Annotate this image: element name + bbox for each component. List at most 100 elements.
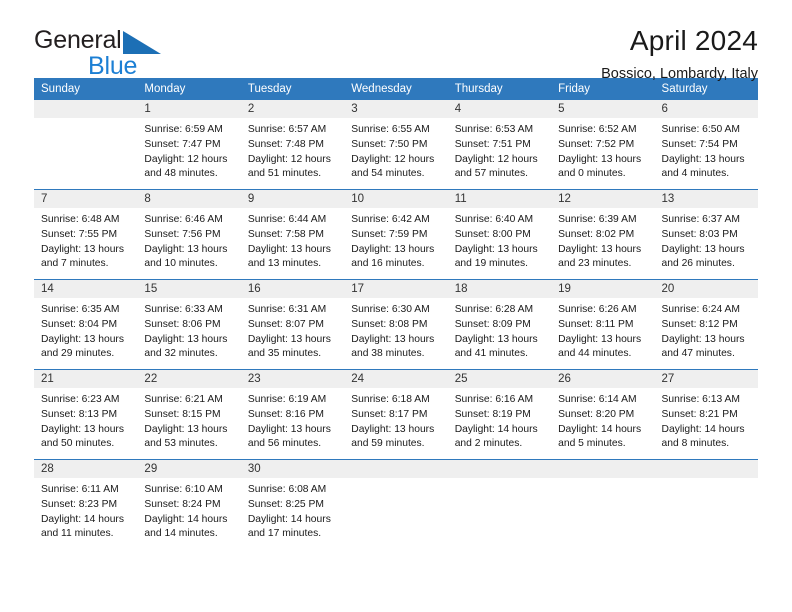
- day-cell[interactable]: 23 Sunrise: 6:19 AM Sunset: 8:16 PM Dayl…: [240, 369, 345, 460]
- day-cell[interactable]: 19 Sunrise: 6:26 AM Sunset: 8:11 PM Dayl…: [551, 279, 655, 370]
- day-number: 25: [447, 370, 552, 388]
- day-cell[interactable]: 18 Sunrise: 6:28 AM Sunset: 8:09 PM Dayl…: [447, 279, 552, 370]
- day-cell[interactable]: 30 Sunrise: 6:08 AM Sunset: 8:25 PM Dayl…: [240, 459, 345, 549]
- sunset-text: Sunset: 8:19 PM: [454, 408, 531, 420]
- day-cell[interactable]: 2 Sunrise: 6:57 AM Sunset: 7:48 PM Dayli…: [240, 100, 345, 190]
- daylight-text-line2: and 56 minutes.: [247, 438, 322, 450]
- sunset-text: Sunset: 8:03 PM: [661, 228, 738, 240]
- day-cell[interactable]: 16 Sunrise: 6:31 AM Sunset: 8:07 PM Dayl…: [240, 279, 345, 370]
- sunrise-text: Sunrise: 6:24 AM: [661, 304, 740, 315]
- weekday-header-thursday: Thursday: [447, 78, 552, 100]
- day-cell[interactable]: 12 Sunrise: 6:39 AM Sunset: 8:02 PM Dayl…: [551, 189, 655, 280]
- sunrise-text: Sunrise: 6:33 AM: [144, 304, 223, 315]
- day-cell[interactable]: 24 Sunrise: 6:18 AM Sunset: 8:17 PM Dayl…: [344, 369, 448, 460]
- sunrise-text: Sunrise: 6:44 AM: [247, 214, 327, 225]
- day-cell[interactable]: 6 Sunrise: 6:50 AM Sunset: 7:54 PM Dayli…: [654, 100, 758, 190]
- daylight-text-line1: Daylight: 12 hours: [247, 153, 331, 165]
- sunset-text: Sunset: 8:08 PM: [351, 318, 428, 330]
- sunset-text: Sunset: 8:24 PM: [144, 498, 221, 510]
- sunrise-text: Sunrise: 6:35 AM: [41, 304, 120, 315]
- day-cell[interactable]: [654, 459, 758, 549]
- day-cell[interactable]: [344, 459, 448, 549]
- day-number: 18: [447, 280, 552, 298]
- day-cell[interactable]: 4 Sunrise: 6:53 AM Sunset: 7:51 PM Dayli…: [447, 100, 552, 190]
- day-cell[interactable]: 10 Sunrise: 6:42 AM Sunset: 7:59 PM Dayl…: [344, 189, 448, 280]
- sunset-text: Sunset: 8:04 PM: [41, 318, 118, 330]
- day-cell[interactable]: 27 Sunrise: 6:13 AM Sunset: 8:21 PM Dayl…: [654, 369, 758, 460]
- week-row: 21 Sunrise: 6:23 AM Sunset: 8:13 PM Dayl…: [34, 369, 758, 460]
- day-cell[interactable]: 8 Sunrise: 6:46 AM Sunset: 7:56 PM Dayli…: [137, 189, 241, 280]
- day-cell[interactable]: [447, 459, 552, 549]
- day-details: Sunrise: 6:26 AM Sunset: 8:11 PM Dayligh…: [551, 298, 654, 362]
- sunset-text: Sunset: 7:52 PM: [558, 138, 635, 150]
- daylight-text-line2: and 38 minutes.: [351, 348, 425, 360]
- daylight-text-line2: and 23 minutes.: [558, 258, 632, 270]
- day-cell[interactable]: 17 Sunrise: 6:30 AM Sunset: 8:08 PM Dayl…: [344, 279, 448, 370]
- daylight-text-line2: and 5 minutes.: [558, 438, 626, 450]
- day-cell[interactable]: 29 Sunrise: 6:10 AM Sunset: 8:24 PM Dayl…: [137, 459, 241, 549]
- sunrise-text: Sunrise: 6:39 AM: [558, 214, 637, 225]
- day-cell[interactable]: 21 Sunrise: 6:23 AM Sunset: 8:13 PM Dayl…: [34, 369, 138, 460]
- day-details: Sunrise: 6:23 AM Sunset: 8:13 PM Dayligh…: [34, 388, 137, 452]
- day-details: Sunrise: 6:16 AM Sunset: 8:19 PM Dayligh…: [448, 388, 551, 452]
- daylight-text-line1: Daylight: 13 hours: [351, 243, 435, 255]
- day-cell[interactable]: 3 Sunrise: 6:55 AM Sunset: 7:50 PM Dayli…: [344, 100, 448, 190]
- daylight-text-line2: and 32 minutes.: [144, 348, 218, 360]
- brand-name-general: General: [34, 26, 122, 54]
- sunset-text: Sunset: 7:59 PM: [351, 228, 428, 240]
- daylight-text-line2: and 11 minutes.: [41, 528, 114, 540]
- day-details: Sunrise: 6:28 AM Sunset: 8:09 PM Dayligh…: [448, 298, 551, 362]
- daylight-text-line1: Daylight: 13 hours: [661, 333, 745, 345]
- day-cell[interactable]: 14 Sunrise: 6:35 AM Sunset: 8:04 PM Dayl…: [34, 279, 138, 370]
- day-details: Sunrise: 6:48 AM Sunset: 7:55 PM Dayligh…: [34, 208, 137, 272]
- day-number: 28: [34, 460, 138, 478]
- day-cell[interactable]: 25 Sunrise: 6:16 AM Sunset: 8:19 PM Dayl…: [447, 369, 552, 460]
- day-cell[interactable]: [34, 100, 138, 190]
- day-number: 26: [551, 370, 655, 388]
- day-cell[interactable]: 15 Sunrise: 6:33 AM Sunset: 8:06 PM Dayl…: [137, 279, 241, 370]
- day-number: [447, 460, 552, 478]
- day-cell[interactable]: 7 Sunrise: 6:48 AM Sunset: 7:55 PM Dayli…: [34, 189, 138, 280]
- daylight-text-line1: Daylight: 13 hours: [41, 333, 124, 345]
- sunrise-text: Sunrise: 6:37 AM: [661, 214, 740, 225]
- day-details: Sunrise: 6:39 AM Sunset: 8:02 PM Dayligh…: [551, 208, 654, 272]
- daylight-text-line1: Daylight: 13 hours: [247, 243, 331, 255]
- day-cell[interactable]: 5 Sunrise: 6:52 AM Sunset: 7:52 PM Dayli…: [551, 100, 655, 190]
- daylight-text-line2: and 48 minutes.: [144, 168, 218, 180]
- daylight-text-line2: and 16 minutes.: [351, 258, 425, 270]
- day-details: Sunrise: 6:31 AM Sunset: 8:07 PM Dayligh…: [241, 298, 344, 362]
- day-number: 24: [344, 370, 448, 388]
- daylight-text-line1: Daylight: 12 hours: [351, 153, 435, 165]
- day-number: 9: [240, 190, 345, 208]
- day-cell[interactable]: 22 Sunrise: 6:21 AM Sunset: 8:15 PM Dayl…: [137, 369, 241, 460]
- day-details: Sunrise: 6:40 AM Sunset: 8:00 PM Dayligh…: [448, 208, 551, 272]
- day-details: Sunrise: 6:30 AM Sunset: 8:08 PM Dayligh…: [344, 298, 447, 362]
- daylight-text-line2: and 17 minutes.: [247, 528, 322, 540]
- day-number: 23: [240, 370, 345, 388]
- sunset-text: Sunset: 8:23 PM: [41, 498, 118, 510]
- daylight-text-line1: Daylight: 13 hours: [351, 333, 435, 345]
- sunset-text: Sunset: 7:56 PM: [144, 228, 221, 240]
- sunrise-text: Sunrise: 6:40 AM: [454, 214, 534, 225]
- daylight-text-line2: and 14 minutes.: [144, 528, 218, 540]
- sunrise-text: Sunrise: 6:11 AM: [41, 484, 119, 495]
- day-cell[interactable]: 13 Sunrise: 6:37 AM Sunset: 8:03 PM Dayl…: [654, 189, 758, 280]
- brand-logo[interactable]: General Blue: [34, 26, 234, 79]
- day-cell[interactable]: 26 Sunrise: 6:14 AM Sunset: 8:20 PM Dayl…: [551, 369, 655, 460]
- daylight-text-line1: Daylight: 13 hours: [661, 243, 745, 255]
- sunrise-text: Sunrise: 6:16 AM: [454, 394, 534, 405]
- day-cell[interactable]: [551, 459, 655, 549]
- day-cell[interactable]: 20 Sunrise: 6:24 AM Sunset: 8:12 PM Dayl…: [654, 279, 758, 370]
- sunrise-text: Sunrise: 6:31 AM: [247, 304, 327, 315]
- sunset-text: Sunset: 7:54 PM: [661, 138, 738, 150]
- day-cell[interactable]: 1 Sunrise: 6:59 AM Sunset: 7:47 PM Dayli…: [137, 100, 241, 190]
- calendar-table: Sunday Monday Tuesday Wednesday Thursday…: [34, 78, 758, 549]
- daylight-text-line2: and 54 minutes.: [351, 168, 425, 180]
- day-cell[interactable]: 11 Sunrise: 6:40 AM Sunset: 8:00 PM Dayl…: [447, 189, 552, 280]
- day-details: Sunrise: 6:44 AM Sunset: 7:58 PM Dayligh…: [241, 208, 344, 272]
- day-cell[interactable]: 28 Sunrise: 6:11 AM Sunset: 8:23 PM Dayl…: [34, 459, 138, 549]
- day-cell[interactable]: 9 Sunrise: 6:44 AM Sunset: 7:58 PM Dayli…: [240, 189, 345, 280]
- day-details: Sunrise: 6:42 AM Sunset: 7:59 PM Dayligh…: [344, 208, 447, 272]
- daylight-text-line2: and 13 minutes.: [247, 258, 322, 270]
- day-number: 4: [447, 100, 552, 118]
